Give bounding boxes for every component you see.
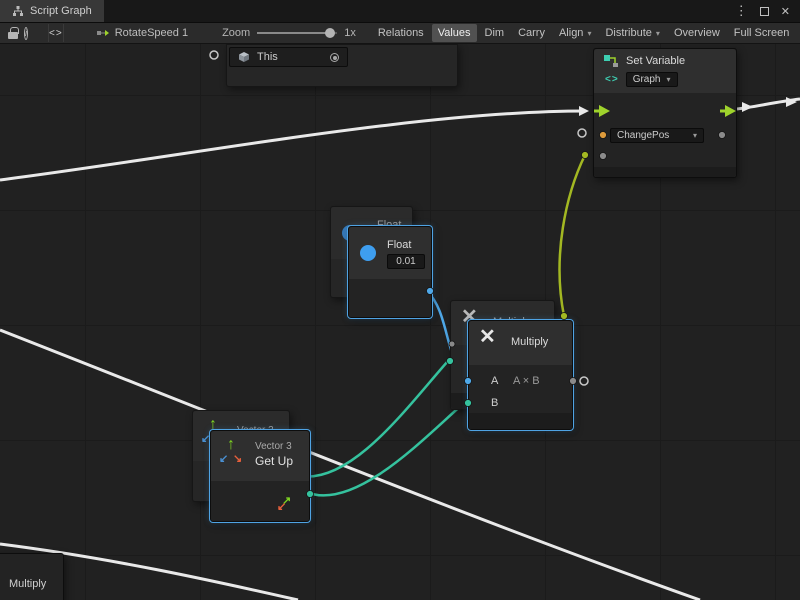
wire-getup-to-multiply-a [300,361,448,477]
variable-name: ChangePos [617,130,669,141]
graph-name: RotateSpeed 1 [115,27,188,39]
kebab-menu-icon[interactable]: ⋮ [735,3,748,19]
cube-icon [238,51,250,63]
kind-value: Graph [633,74,661,85]
overview-button[interactable]: Overview [668,24,726,42]
wire-olive-result [560,155,585,316]
tab-label: Script Graph [30,5,92,17]
node-set-variable[interactable]: Set Variable <> Graph ▾ ChangePos ▾ [593,48,737,178]
unconnected-port[interactable] [210,51,218,59]
node-get-up[interactable]: ↑ ↙ ↘ Vector 3 Get Up ↗ ↙ [210,430,310,522]
zoom-slider-fill [257,32,327,34]
port-label-b: B [491,397,498,409]
vector3-icon: ↑ ↙ ↘ [219,439,247,469]
olive-wire-endpoint[interactable] [561,313,568,320]
result-preview: A × B [513,375,540,387]
node-header: Float 0.01 [349,227,431,279]
wire-flow-in [0,111,586,180]
node-header: ✕ Multiply [469,321,572,365]
float-icon [360,245,376,261]
window-controls: ⋮ ✕ [735,0,800,22]
graph-node-icon [96,27,110,39]
maximize-icon[interactable] [760,7,769,16]
zoom-group: Zoom 1x [222,27,356,39]
variable-icon [603,54,619,68]
node-title: Multiply [9,578,46,590]
values-button[interactable]: Values [432,24,477,42]
zoom-value: 1x [344,27,356,39]
close-icon[interactable]: ✕ [781,5,790,18]
node-multiply-partial[interactable]: Multiply [0,553,64,600]
flow-arrowhead [742,102,753,112]
distribute-label: Distribute [605,27,651,39]
lock-glyph [8,32,18,39]
graph-canvas[interactable]: Float ✕ Multiply ↑ ↙ ↘ Vector 3 This [0,44,800,600]
tab-script-graph[interactable]: Script Graph [0,0,104,22]
down-left-arrow-icon: ↙ [277,500,286,513]
wire-flow-diagonal [0,330,700,600]
caret-icon: ▾ [587,29,591,38]
unconnected-port[interactable] [580,377,588,385]
carry-button[interactable]: Carry [512,24,551,42]
down-left-arrow-icon: ↙ [201,432,210,445]
lock-icon[interactable] [8,24,18,42]
down-right-arrow-icon: ↘ [233,452,242,465]
node-title: Vector 3 [255,441,293,452]
node-subtitle: Get Up [255,454,293,468]
wire-getup-to-multiply-b [312,403,464,495]
self-port[interactable] [330,53,339,62]
code-icon[interactable]: <> [48,24,64,42]
wire-flow-out [737,99,800,109]
node-title: This [257,51,278,63]
graph-toolbar: i <> RotateSpeed 1 Zoom 1x Relations Val… [0,22,800,44]
caret-icon: ▾ [666,75,670,84]
flow-arrowhead [786,97,797,107]
info-icon[interactable]: i [24,27,28,40]
kind-dropdown[interactable]: Graph ▾ [626,72,678,87]
caret-icon: ▾ [693,131,697,140]
flow-arrowhead [579,106,589,116]
script-graph-tab-icon [12,5,24,17]
zoom-slider[interactable] [257,32,337,34]
caret-icon: ▾ [656,29,660,38]
variable-dropdown[interactable]: ChangePos ▾ [610,128,704,143]
node-footer [469,413,572,429]
graph-kind-icon: <> [605,74,619,85]
zoom-slider-knob[interactable] [325,28,335,38]
node-this[interactable]: This [229,47,348,67]
down-left-arrow-icon: ↙ [219,452,228,465]
port-label-a: A [491,375,498,387]
node-multiply[interactable]: ✕ Multiply A A × B B [468,320,573,430]
fullscreen-button[interactable]: Full Screen [728,24,796,42]
distribute-button[interactable]: Distribute ▾ [599,24,665,42]
unconnected-port[interactable] [578,129,586,137]
node-title: Set Variable [626,55,685,67]
float-value-field[interactable]: 0.01 [387,254,425,269]
window-tab-bar: Script Graph ⋮ ✕ [0,0,800,22]
node-float[interactable]: Float 0.01 [348,226,432,318]
toolbar-buttons: Relations Values Dim Carry Align ▾ Distr… [372,24,796,42]
multiply-icon: ✕ [479,327,496,347]
node-footer [594,167,736,177]
node-this-group[interactable]: This [226,44,458,87]
zoom-label: Zoom [222,27,250,39]
align-button[interactable]: Align ▾ [553,24,597,42]
node-header: Set Variable <> Graph ▾ [594,49,736,93]
vector3-output-icon: ↗ ↙ [277,497,293,511]
node-header: ↑ ↙ ↘ Vector 3 Get Up [211,431,309,481]
graph-breadcrumb[interactable]: RotateSpeed 1 [96,27,188,39]
align-label: Align [559,27,583,39]
relations-button[interactable]: Relations [372,24,430,42]
node-title: Float [387,239,425,251]
node-title: Multiply [511,336,548,348]
olive-wire-endpoint[interactable] [582,152,589,159]
dim-button[interactable]: Dim [479,24,511,42]
